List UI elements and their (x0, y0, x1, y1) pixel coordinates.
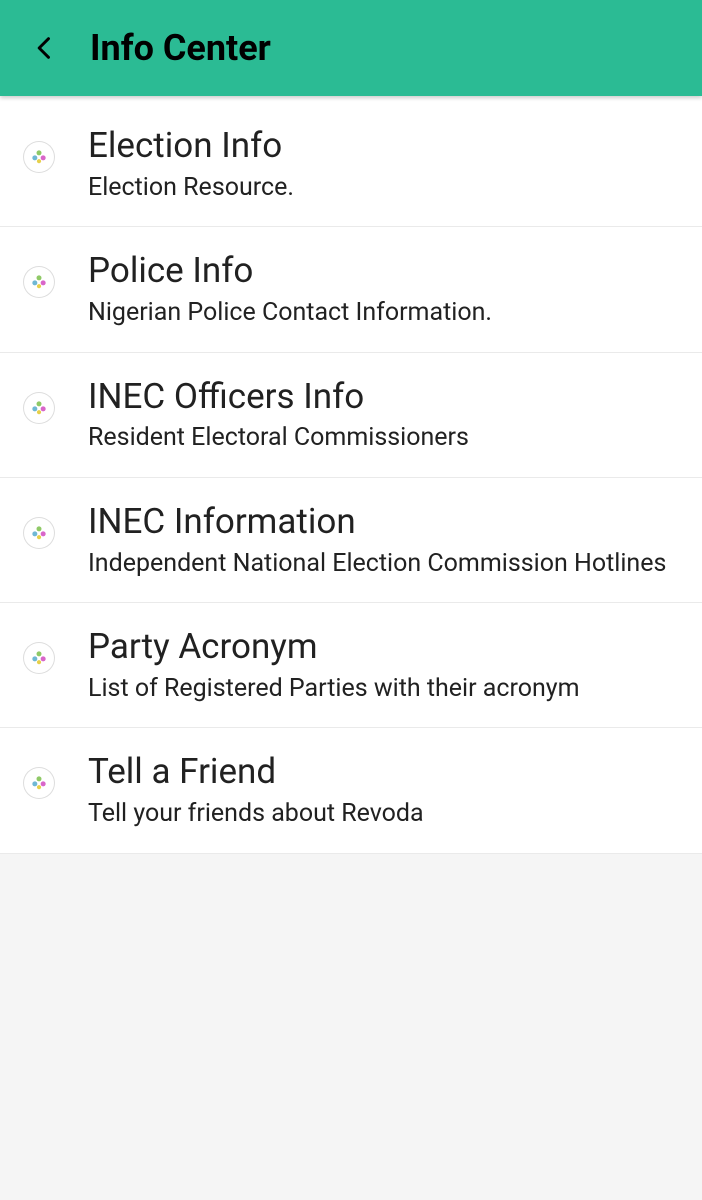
list-item-tell-friend[interactable]: Tell a Friend Tell your friends about Re… (0, 728, 702, 853)
page-title: Info Center (90, 27, 271, 69)
list-item-inec-information[interactable]: INEC Information Independent National El… (0, 478, 702, 603)
list-item-title: Tell a Friend (88, 750, 674, 794)
list-item-text: INEC Information Independent National El… (88, 500, 684, 580)
list-item-title: Party Acronym (88, 625, 674, 669)
list-item-subtitle: List of Registered Parties with their ac… (88, 673, 674, 706)
app-logo-icon (24, 393, 54, 423)
list-item-title: Election Info (88, 124, 674, 168)
back-arrow-icon (31, 34, 59, 62)
list-item-text: Election Info Election Resource. (88, 124, 684, 204)
app-logo-icon (24, 643, 54, 673)
app-logo-icon (24, 768, 54, 798)
list-item-title: INEC Information (88, 500, 674, 544)
list-item-subtitle: Tell your friends about Revoda (88, 798, 674, 831)
app-logo-icon (24, 267, 54, 297)
app-bar: Info Center (0, 0, 702, 96)
list-item-text: Police Info Nigerian Police Contact Info… (88, 249, 684, 329)
info-list: Election Info Election Resource. Police … (0, 96, 702, 854)
list-item-subtitle: Nigerian Police Contact Information. (88, 297, 674, 330)
list-item-subtitle: Resident Electoral Commissioners (88, 422, 674, 455)
back-button[interactable] (20, 23, 70, 73)
list-item-subtitle: Election Resource. (88, 172, 674, 205)
app-logo-icon (24, 142, 54, 172)
list-item-police-info[interactable]: Police Info Nigerian Police Contact Info… (0, 227, 702, 352)
list-item-subtitle: Independent National Election Commission… (88, 548, 674, 581)
list-item-inec-officers[interactable]: INEC Officers Info Resident Electoral Co… (0, 353, 702, 478)
list-item-text: INEC Officers Info Resident Electoral Co… (88, 375, 684, 455)
list-item-election-info[interactable]: Election Info Election Resource. (0, 96, 702, 227)
list-item-title: INEC Officers Info (88, 375, 674, 419)
list-item-text: Tell a Friend Tell your friends about Re… (88, 750, 684, 830)
list-item-text: Party Acronym List of Registered Parties… (88, 625, 684, 705)
list-item-title: Police Info (88, 249, 674, 293)
app-logo-icon (24, 518, 54, 548)
list-item-party-acronym[interactable]: Party Acronym List of Registered Parties… (0, 603, 702, 728)
